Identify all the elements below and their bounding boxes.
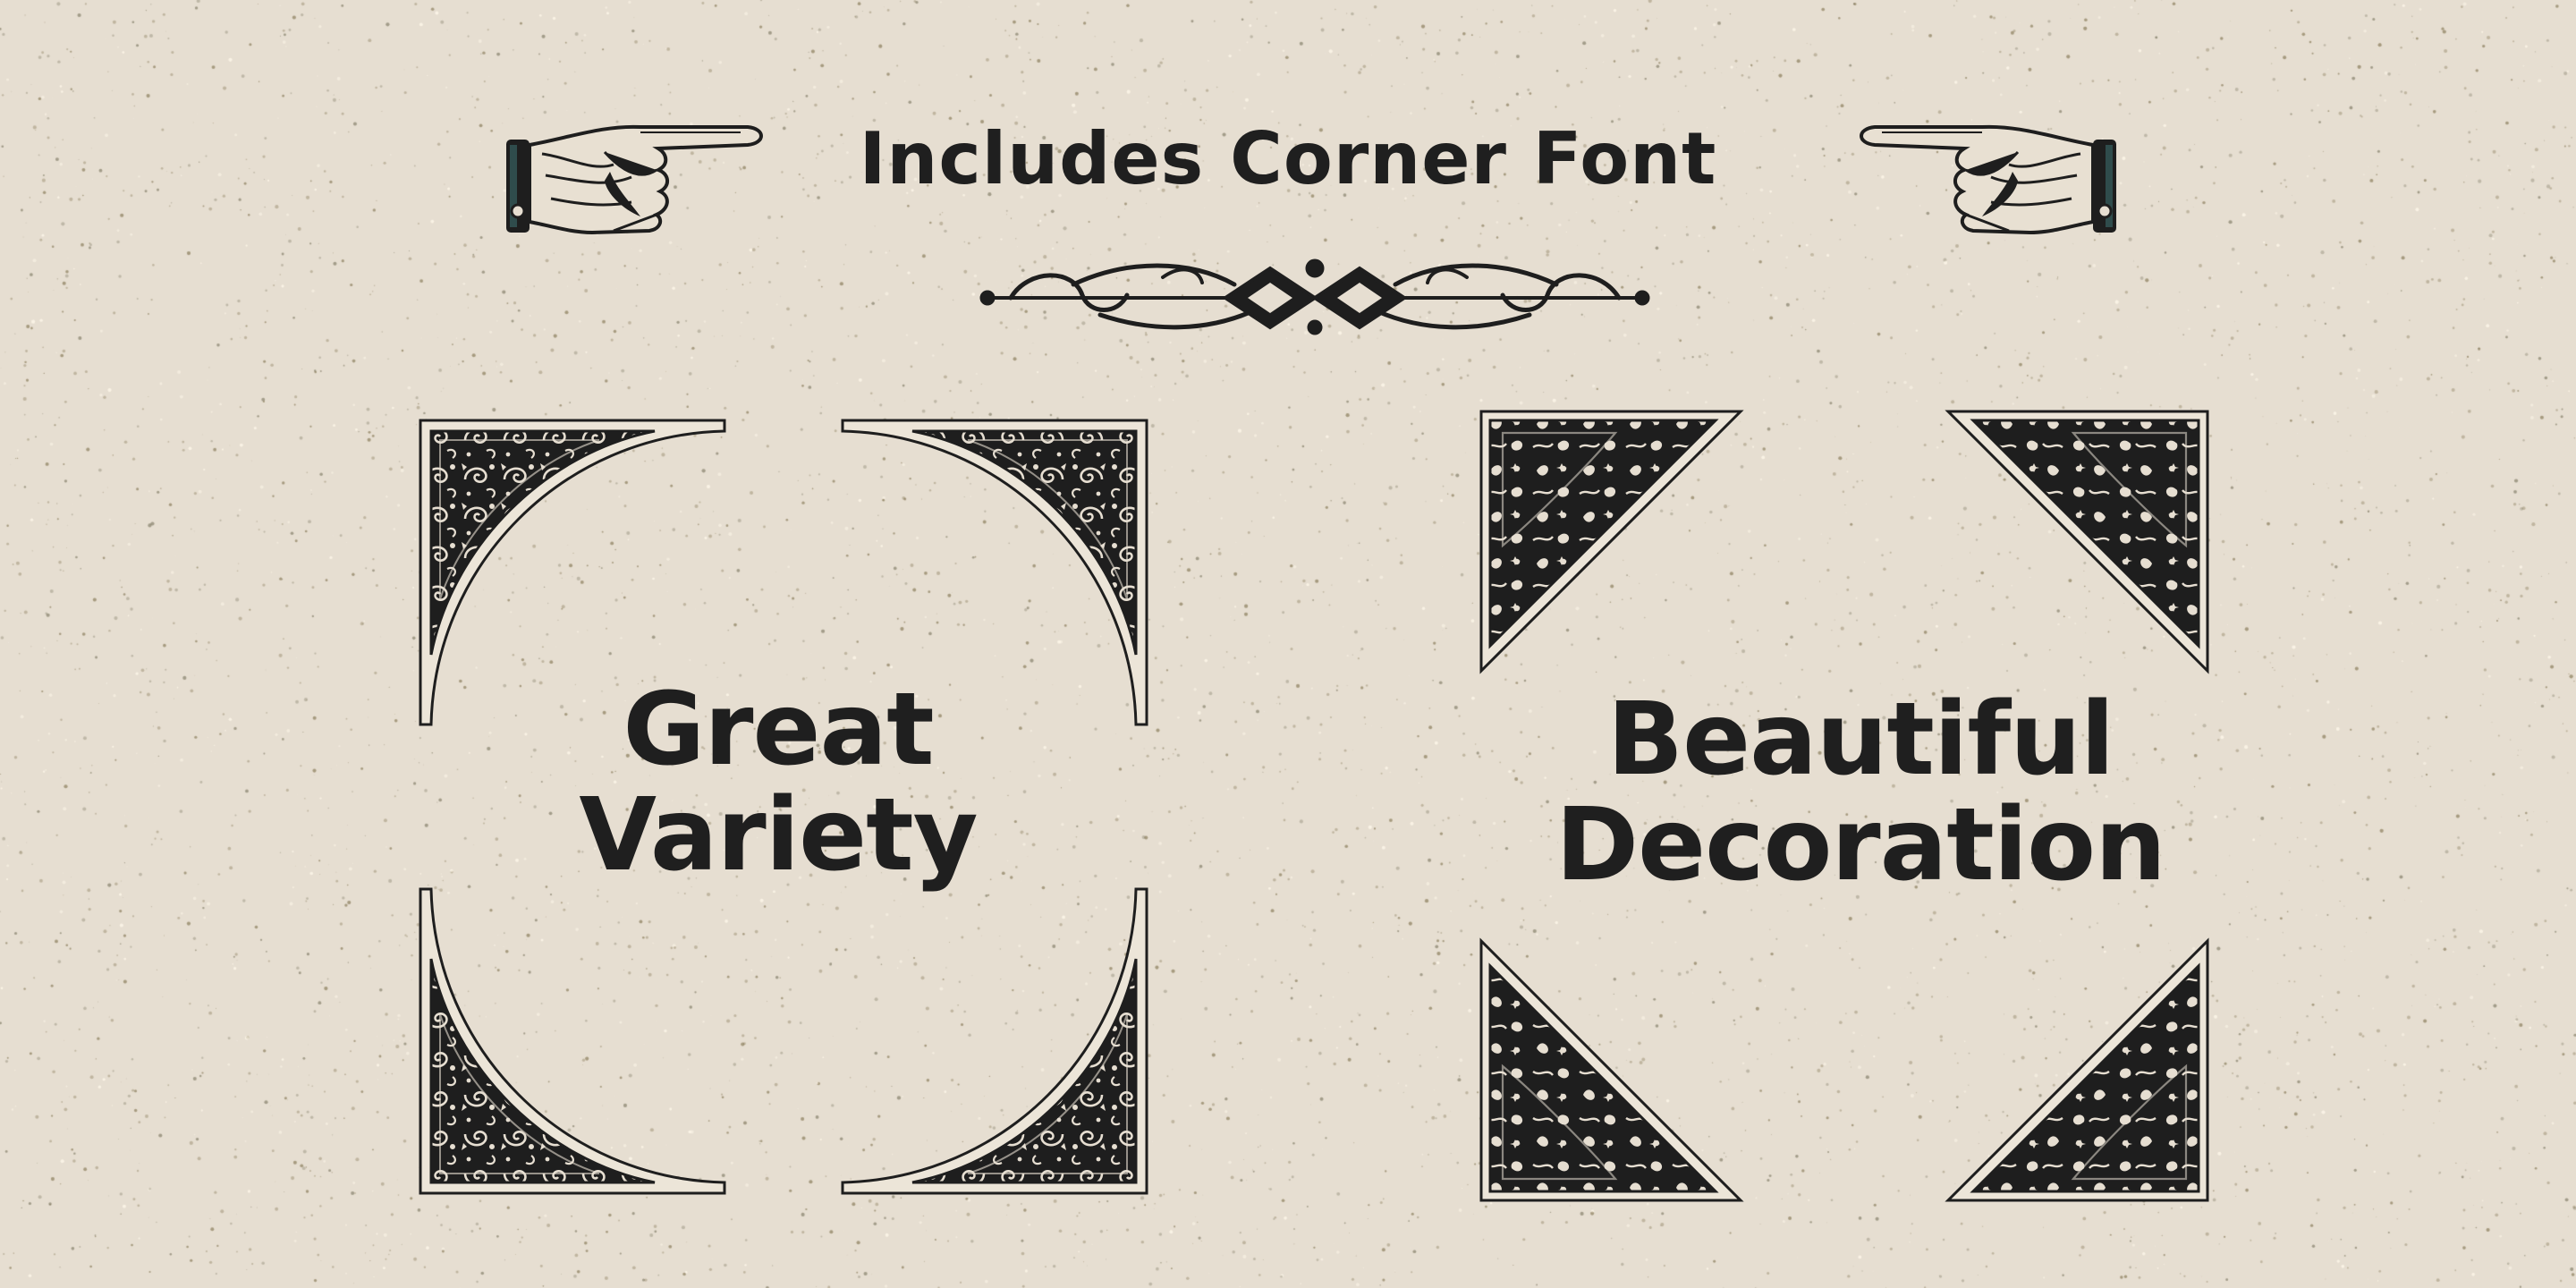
- corner-ornament-icon: [419, 887, 726, 1195]
- feature-beautiful-decoration: Beautiful Decoration: [1521, 687, 2200, 898]
- corner-ornament-icon: [1946, 410, 2209, 673]
- feature-great-variety: Great Variety: [501, 677, 1055, 888]
- corner-ornament-icon: [1479, 410, 1742, 673]
- feature-line: Variety: [579, 777, 978, 894]
- corner-ornament-icon: [841, 887, 1148, 1195]
- feature-line: Beautiful: [1606, 682, 2114, 798]
- corner-ornament-icon: [1479, 939, 1742, 1202]
- corner-ornament-icon: [1946, 939, 2209, 1202]
- page-heading: Includes Corner Font: [859, 117, 1717, 200]
- feature-line: Decoration: [1555, 787, 2166, 903]
- flourish-divider-icon: [979, 258, 1650, 335]
- feature-line: Great: [623, 672, 934, 788]
